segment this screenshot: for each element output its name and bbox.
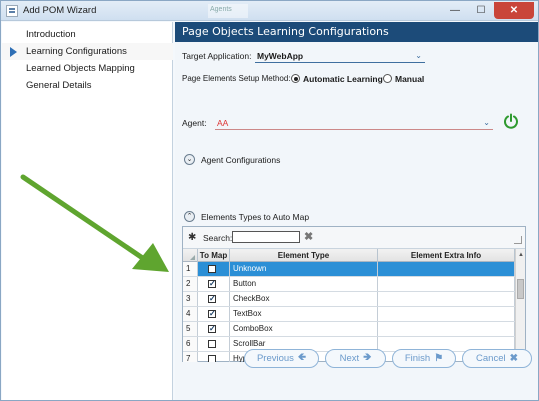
to-map-checkbox[interactable]: ✓	[208, 310, 216, 318]
window-title: Add POM Wizard	[23, 5, 97, 16]
cancel-button[interactable]: Cancel ✖	[462, 349, 532, 368]
element-extra-info-cell[interactable]	[378, 307, 515, 321]
select-all-corner[interactable]	[183, 249, 198, 262]
automatic-learning-radio[interactable]	[291, 74, 300, 83]
to-map-checkbox[interactable]	[208, 355, 216, 362]
finish-button[interactable]: Finish ⚑	[392, 349, 456, 368]
background-tab-ghost: Agents	[208, 4, 248, 18]
sidebar-item-label: Introduction	[26, 29, 76, 40]
agent-configurations-label: Agent Configurations	[201, 155, 281, 165]
chevron-down-icon: ⌄	[415, 51, 422, 60]
automatic-learning-label: Automatic Learning	[303, 74, 383, 84]
to-map-checkbox[interactable]	[208, 340, 216, 348]
to-map-checkbox[interactable]: ✓	[208, 280, 216, 288]
element-extra-info-cell[interactable]	[378, 322, 515, 336]
page-title: Page Objects Learning Configurations	[175, 22, 538, 42]
table-row[interactable]: 4 ✓ TextBox	[183, 307, 515, 322]
arrow-right-icon: 🡺	[363, 352, 372, 363]
element-type-cell[interactable]: ComboBox	[230, 322, 378, 336]
sidebar-item-label: Learned Objects Mapping	[26, 63, 135, 74]
manual-label: Manual	[395, 74, 425, 84]
row-number: 4	[183, 307, 198, 321]
clear-search-icon[interactable]: ✖	[304, 230, 313, 243]
app-icon	[6, 5, 18, 17]
grid-body: 1 Unknown 2 ✓ Button 3 ✓ CheckBox 4 ✓ TextBox 5 ✓ Com…	[183, 262, 515, 362]
title-bar: Add POM Wizard Agents — ☐ ✕	[1, 1, 538, 21]
column-header-to-map[interactable]: To Map	[198, 249, 230, 262]
next-button[interactable]: Next 🡺	[325, 349, 386, 368]
cancel-x-icon: ✖	[509, 353, 518, 364]
grid-header-row: To Map Element Type Element Extra Info	[183, 249, 515, 262]
table-row[interactable]: 2 ✓ Button	[183, 277, 515, 292]
agent-label: Agent:	[182, 118, 207, 128]
target-application-label: Target Application:	[182, 51, 252, 61]
resize-grip-icon[interactable]	[514, 236, 522, 244]
arrow-left-icon: 🡸	[297, 352, 307, 363]
annotation-arrow-icon	[20, 174, 169, 272]
current-step-arrow-icon	[10, 47, 17, 57]
next-label: Next	[339, 353, 360, 364]
window-controls: — ☐ ✕	[442, 2, 534, 19]
row-number: 5	[183, 322, 198, 336]
minimize-icon[interactable]: —	[442, 2, 468, 19]
target-application-dropdown[interactable]: MyWebApp ⌄	[255, 50, 425, 63]
chevron-down-icon: ⌄	[483, 118, 490, 127]
target-application-value: MyWebApp	[257, 51, 304, 61]
previous-button[interactable]: Previous 🡸	[244, 349, 319, 368]
element-extra-info-cell[interactable]	[378, 262, 515, 276]
table-row[interactable]: 1 Unknown	[183, 262, 515, 277]
sidebar-item-learned-objects-mapping[interactable]: Learned Objects Mapping	[2, 60, 173, 77]
sidebar-item-label: General Details	[26, 80, 92, 91]
element-types-grid: ✱ Search: ✖ To Map Element Type Element …	[182, 226, 526, 362]
manual-radio[interactable]	[383, 74, 392, 83]
element-types-expander-icon[interactable]: ⌃	[184, 211, 195, 222]
element-type-cell[interactable]: Unknown	[230, 262, 378, 276]
row-number: 3	[183, 292, 198, 306]
table-row[interactable]: 5 ✓ ComboBox	[183, 322, 515, 337]
agent-dropdown[interactable]: AA ⌄	[215, 117, 493, 130]
search-input[interactable]	[232, 231, 300, 243]
sidebar-item-introduction[interactable]: Introduction	[2, 26, 173, 43]
row-number: 6	[183, 337, 198, 351]
to-map-checkbox[interactable]: ✓	[208, 325, 216, 333]
power-icon[interactable]	[503, 113, 519, 129]
element-extra-info-cell[interactable]	[378, 292, 515, 306]
agent-value: AA	[217, 118, 229, 128]
element-types-label: Elements Types to Auto Map	[201, 212, 310, 222]
to-map-checkbox[interactable]: ✓	[208, 295, 216, 303]
element-extra-info-cell[interactable]	[378, 277, 515, 291]
search-label: Search:	[203, 233, 233, 243]
finish-label: Finish	[404, 353, 431, 364]
row-number: 7	[183, 352, 198, 362]
element-type-cell[interactable]: TextBox	[230, 307, 378, 321]
to-map-checkbox[interactable]	[208, 265, 216, 273]
pin-icon[interactable]: ✱	[188, 232, 196, 243]
scroll-up-icon[interactable]: ▲	[517, 251, 525, 259]
close-icon[interactable]: ✕	[494, 2, 534, 19]
sidebar-item-label: Learning Configurations	[26, 46, 127, 57]
sidebar-item-learning-configurations[interactable]: Learning Configurations	[2, 43, 173, 60]
previous-label: Previous	[256, 353, 294, 364]
setup-method-label: Page Elements Setup Method:	[182, 74, 291, 83]
column-header-element-type[interactable]: Element Type	[230, 249, 378, 262]
element-type-cell[interactable]: CheckBox	[230, 292, 378, 306]
maximize-icon[interactable]: ☐	[468, 2, 494, 19]
row-number: 2	[183, 277, 198, 291]
main-panel: Page Objects Learning Configurations Tar…	[175, 22, 538, 400]
column-header-extra-info[interactable]: Element Extra Info	[378, 249, 515, 262]
element-type-cell[interactable]: Button	[230, 277, 378, 291]
grid-toolbar: ✱ Search: ✖	[183, 227, 525, 249]
table-row[interactable]: 3 ✓ CheckBox	[183, 292, 515, 307]
agent-configurations-expander-icon[interactable]: ⌄	[184, 154, 195, 165]
cancel-label: Cancel	[476, 353, 506, 364]
row-number: 1	[183, 262, 198, 276]
scroll-thumb[interactable]	[517, 279, 524, 299]
grid-scrollbar[interactable]: ▲ ▼	[515, 249, 525, 362]
flag-icon: ⚑	[434, 353, 444, 364]
wizard-window: Add POM Wizard Agents — ☐ ✕ Introduction…	[0, 0, 539, 401]
sidebar-item-general-details[interactable]: General Details	[2, 77, 173, 94]
